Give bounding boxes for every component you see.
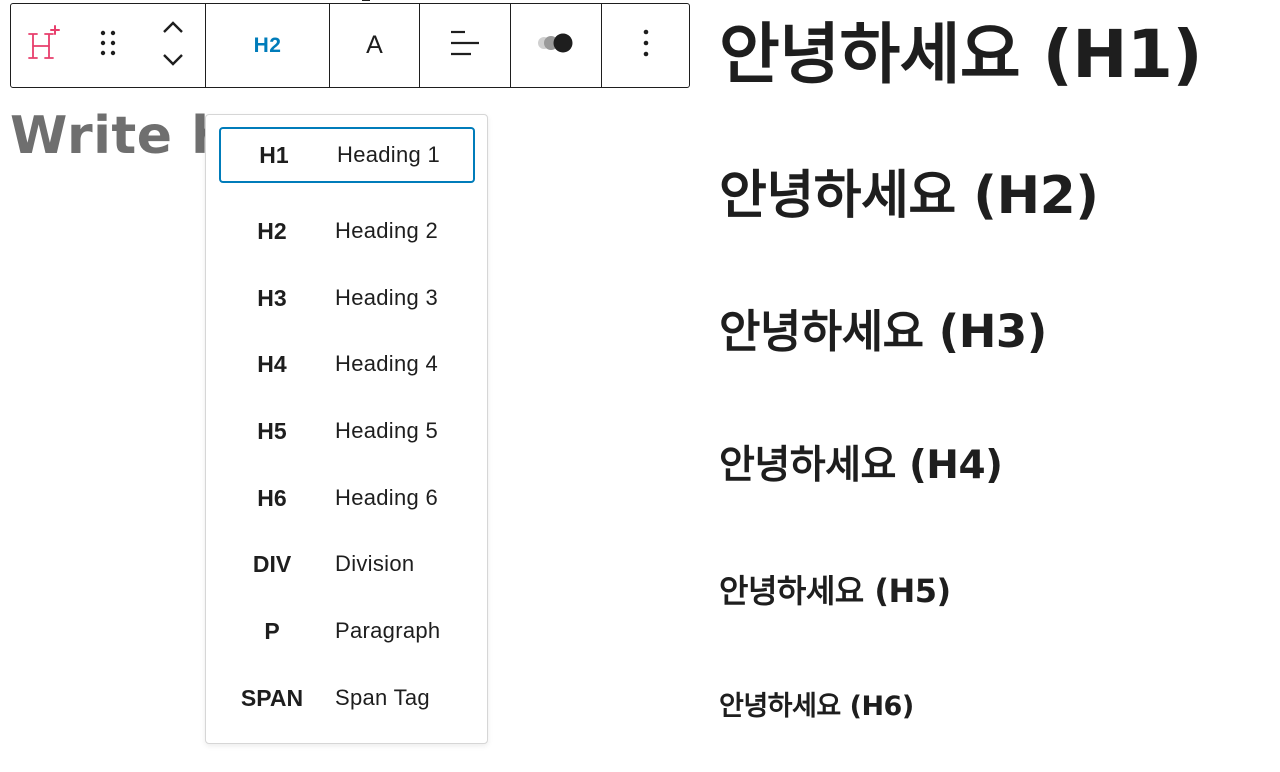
toggle-group — [510, 4, 601, 87]
dropdown-item-label: Heading 5 — [335, 418, 438, 443]
heading-level-button[interactable]: H2 — [206, 4, 329, 87]
heading-level-dropdown: H1 Heading 1 H2 Heading 2 H3 Heading 3 H… — [205, 114, 488, 744]
dropdown-item-h4[interactable]: H4 Heading 4 — [219, 336, 475, 392]
dropdown-item-label: Heading 1 — [337, 142, 440, 167]
font-group: A — [329, 4, 419, 87]
preview-heading-h6: 안녕하세요 (H6) — [719, 691, 914, 722]
dropdown-item-tag: H4 — [257, 350, 287, 377]
dropdown-item-label: Division — [335, 551, 415, 576]
dropdown-item-label: Paragraph — [335, 618, 441, 643]
heading-level-group: H2 — [205, 4, 329, 87]
align-left-icon — [448, 28, 482, 63]
dropdown-item-label: Heading 6 — [335, 485, 438, 510]
dropdown-item-h2[interactable]: H2 Heading 2 — [219, 203, 475, 259]
style-toggle-button[interactable] — [511, 4, 601, 87]
dropdown-item-label: Heading 3 — [335, 285, 438, 310]
align-button[interactable] — [420, 4, 510, 87]
preview-heading-h3: 안녕하세요 (H3) — [719, 305, 1047, 358]
heading-plus-icon — [25, 22, 61, 69]
preview-heading-h4: 안녕하세요 (H4) — [719, 443, 1003, 488]
dropdown-item-h6[interactable]: H6 Heading 6 — [219, 470, 475, 526]
heading-placeholder[interactable]: Write h — [10, 110, 229, 162]
move-up-down-buttons[interactable] — [140, 4, 205, 87]
dropdown-item-tag: H1 — [259, 141, 289, 168]
dropdown-item-tag: DIV — [252, 550, 292, 577]
dropdown-item-tag: H5 — [257, 417, 287, 444]
more-options-button[interactable] — [602, 4, 689, 87]
block-controls-group — [11, 4, 205, 87]
preview-heading-h1: 안녕하세요 (H1) — [719, 16, 1203, 93]
preview-heading-h5: 안녕하세요 (H5) — [719, 572, 951, 610]
drag-handle[interactable] — [76, 4, 141, 87]
dropdown-item-tag: H3 — [257, 284, 287, 311]
dropdown-item-tag: H6 — [257, 484, 287, 511]
font-button[interactable]: A — [330, 4, 419, 87]
dropdown-item-span[interactable]: SPAN Span Tag — [219, 670, 475, 726]
cropped-heading-fragment — [316, 0, 436, 2]
dropdown-item-h5[interactable]: H5 Heading 5 — [219, 403, 475, 459]
dropdown-item-div[interactable]: DIV Division — [219, 536, 475, 592]
dropdown-item-h3[interactable]: H3 Heading 3 — [219, 270, 475, 326]
dropdown-item-label: Span Tag — [335, 685, 430, 710]
block-type-button[interactable] — [11, 4, 76, 87]
more-group — [601, 4, 689, 87]
dropdown-item-tag: H2 — [257, 217, 287, 244]
heading-level-label: H2 — [253, 33, 282, 57]
dropdown-item-tag: P — [264, 617, 280, 644]
drag-handle-icon — [98, 28, 118, 63]
dropdown-item-label: Heading 4 — [335, 351, 438, 376]
more-vertical-icon — [642, 28, 650, 63]
dropdown-item-tag: SPAN — [240, 684, 304, 711]
font-icon: A — [366, 31, 383, 59]
dropdown-item-p[interactable]: P Paragraph — [219, 603, 475, 659]
chevron-up-icon[interactable] — [161, 20, 185, 39]
chevron-down-icon[interactable] — [161, 53, 185, 72]
block-toolbar: H2 A — [10, 3, 690, 88]
dropdown-item-h1[interactable]: H1 Heading 1 — [219, 127, 475, 183]
toggle-dots-icon — [536, 31, 576, 60]
align-group — [419, 4, 510, 87]
dropdown-item-label: Heading 2 — [335, 218, 438, 243]
preview-heading-h2: 안녕하세요 (H2) — [719, 166, 1099, 226]
